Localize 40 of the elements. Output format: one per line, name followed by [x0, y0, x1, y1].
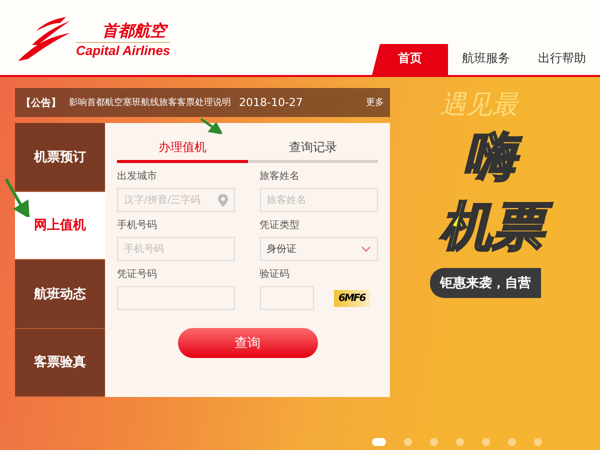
notice-tag: 【公告】	[21, 96, 61, 110]
field-label: 出发城市	[117, 170, 158, 183]
captcha-input-field[interactable]	[260, 286, 314, 310]
logo-chinese-name: 首都航空	[76, 21, 170, 43]
document-type-select[interactable]: 身份证	[260, 237, 378, 261]
logo-english-name: Capital Airlines	[76, 43, 170, 58]
nav-tab[interactable]: 航班服务	[448, 44, 524, 75]
annotation-arrow-icon	[4, 177, 30, 217]
notice-date: 2018-10-27	[239, 96, 304, 109]
field-label: 手机号码	[117, 218, 158, 232]
search-button[interactable]: 查询	[178, 328, 318, 358]
input-field[interactable]: 旅客姓名	[260, 188, 378, 212]
location-pin-icon	[218, 194, 228, 207]
annotation-arrow-icon	[200, 118, 222, 134]
carousel-dot[interactable]	[508, 438, 516, 446]
more-link[interactable]: 更多	[366, 96, 384, 109]
field-label: 旅客姓名	[260, 170, 300, 183]
chevron-down-icon	[360, 246, 370, 252]
carousel-dot[interactable]	[456, 438, 464, 446]
nav-tab[interactable]: 首页	[372, 44, 448, 75]
input-field[interactable]	[117, 286, 235, 310]
side-tab[interactable]: 网上值机	[15, 192, 105, 260]
banner-headline: 嗨	[464, 122, 530, 192]
city-input-field[interactable]: 汉字/拼音/三字码	[117, 188, 235, 212]
notice-link[interactable]: 影响首都航空塞班航线旅客客票处理说明	[69, 96, 231, 109]
carousel-dot[interactable]	[534, 438, 542, 446]
captcha-image[interactable]: 6MF6	[334, 290, 370, 306]
nav-tab[interactable]: 出行帮助	[524, 44, 600, 75]
carousel-dot[interactable]	[430, 438, 438, 446]
field-label: 凭证号码	[117, 268, 158, 281]
field-label: 验证码	[260, 268, 290, 281]
carousel-dot[interactable]	[482, 438, 490, 446]
carousel-dot[interactable]	[404, 438, 412, 446]
field-label: 凭证类型	[260, 218, 300, 232]
input-field[interactable]: 手机号码	[117, 237, 235, 261]
form-tab[interactable]: 查询记录	[248, 135, 378, 163]
banner-headline: 机票	[440, 192, 558, 262]
form-tab[interactable]: 办理值机	[117, 135, 248, 163]
banner-script-text: 遇见最	[440, 89, 518, 122]
banner-subtitle: 钜惠来袭，自营	[430, 268, 541, 298]
